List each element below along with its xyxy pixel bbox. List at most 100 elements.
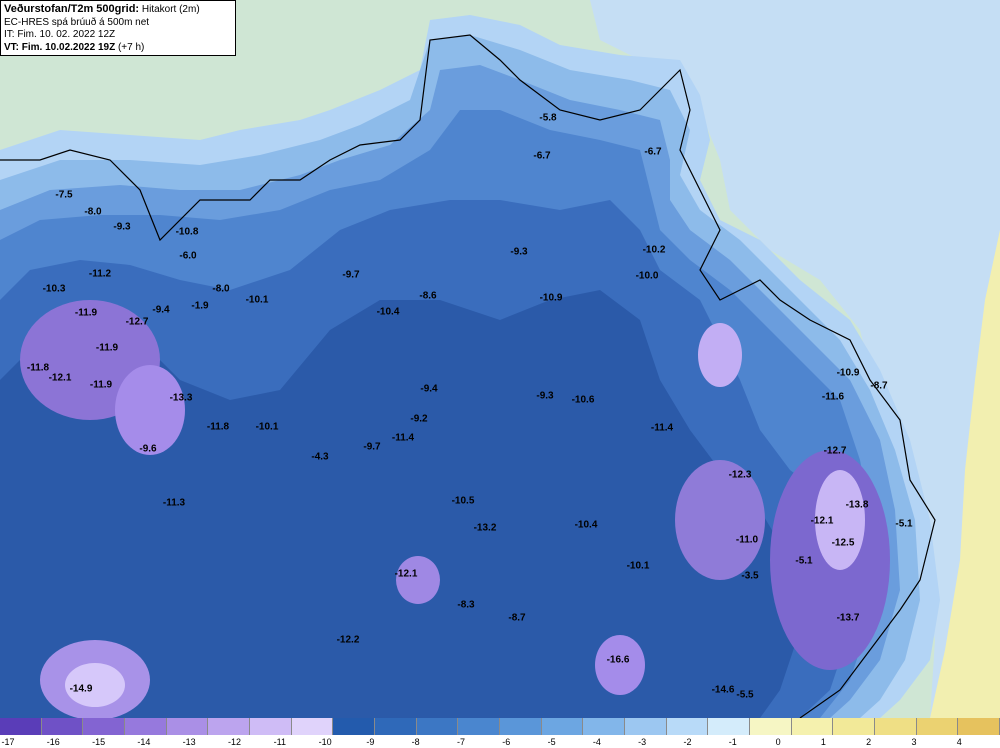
temperature-label: -4.3 <box>311 451 329 463</box>
temperature-label: -10.6 <box>571 394 595 406</box>
temperature-label: -5.5 <box>736 689 754 701</box>
legend-swatch <box>83 718 126 735</box>
legend-swatch <box>500 718 542 735</box>
legend-swatch <box>583 718 626 735</box>
legend-swatch <box>0 718 42 735</box>
legend-swatch <box>458 718 501 735</box>
temperature-label: -6.0 <box>179 250 197 262</box>
temperature-label: -5.8 <box>539 112 557 124</box>
legend-tick-label: -15 <box>92 737 106 747</box>
temperature-label: -12.1 <box>394 568 418 580</box>
legend-tick-label: -10 <box>318 737 332 747</box>
temperature-label: -8.7 <box>508 612 526 624</box>
temperature-label: -9.4 <box>152 304 170 316</box>
valid-time: VT: Fim. 10.02.2022 19Z <box>4 41 116 53</box>
legend-tick-label: -8 <box>411 737 420 747</box>
color-legend: -17 -16 -15 -14 -13 -12 -11 -10 -9 -8 -7 -6 -5 -4 -3 -2… <box>0 718 1000 748</box>
legend-tick-label: -9 <box>366 737 375 747</box>
legend-tick-label: 0 <box>775 737 781 747</box>
legend-swatch <box>166 718 209 735</box>
temperature-label: -10.9 <box>539 292 563 304</box>
temperature-label: -5.1 <box>895 518 913 530</box>
cold-pocket-center <box>396 556 440 604</box>
legend-tick-label: 1 <box>820 737 826 747</box>
legend-color-bar <box>0 718 1000 735</box>
legend-swatch <box>125 718 167 735</box>
temperature-label: -10.1 <box>255 421 279 433</box>
legend-tick-label: -4 <box>592 737 601 747</box>
temperature-label: -12.7 <box>125 316 149 328</box>
temperature-label: -14.6 <box>711 684 735 696</box>
legend-tick-label: -6 <box>502 737 511 747</box>
temperature-label: -11.3 <box>162 497 186 509</box>
legend-swatch <box>333 718 376 735</box>
temperature-label: -8.7 <box>870 380 888 392</box>
temperature-label: -11.8 <box>26 362 50 374</box>
temperature-label: -11.4 <box>650 422 674 434</box>
temperature-label: -11.9 <box>89 379 113 391</box>
initial-time: IT: Fim. 10. 02. 2022 12Z <box>4 29 116 40</box>
temperature-label: -9.6 <box>139 443 157 455</box>
temperature-label: -10.1 <box>245 294 269 306</box>
legend-swatch <box>708 718 751 735</box>
temperature-label: -12.1 <box>810 515 834 527</box>
legend-swatch <box>916 718 959 735</box>
legend-swatch <box>416 718 459 735</box>
legend-tick-label: -13 <box>182 737 196 747</box>
temperature-label: -16.6 <box>606 654 630 666</box>
temperature-label: -12.3 <box>728 469 752 481</box>
temperature-label: -8.6 <box>419 290 437 302</box>
temperature-label: -11.9 <box>95 342 119 354</box>
legend-swatch <box>833 718 876 735</box>
temperature-label: -9.3 <box>536 390 554 402</box>
temperature-label: -10.3 <box>42 283 66 295</box>
temperature-label: -10.1 <box>626 560 650 572</box>
forecast-offset: (+7 h) <box>117 41 145 53</box>
temperature-label: -12.7 <box>823 445 847 457</box>
legend-tick-label: 3 <box>911 737 917 747</box>
temperature-label: -7.5 <box>55 189 73 201</box>
temperature-label: -3.5 <box>741 570 759 582</box>
temperature-label: -12.5 <box>831 537 855 549</box>
temperature-label: -13.3 <box>169 392 193 404</box>
map-info-box: Veðurstofan/T2m 500grid: Hitakort (2m) E… <box>0 0 236 56</box>
temperature-label: -9.3 <box>113 221 131 233</box>
legend-tick-label: -3 <box>638 737 647 747</box>
temperature-label: -8.3 <box>457 599 475 611</box>
temperature-label: -13.2 <box>473 522 497 534</box>
temperature-label: -10.5 <box>451 495 475 507</box>
temperature-label: -11.8 <box>206 421 230 433</box>
cold-pocket-westfjords-2 <box>115 365 185 455</box>
legend-swatch <box>208 718 251 735</box>
legend-tick-label: -5 <box>547 737 556 747</box>
temperature-label: -11.4 <box>391 432 415 444</box>
temperature-map <box>0 0 1000 718</box>
temperature-label: -13.7 <box>836 612 860 624</box>
legend-swatch <box>541 718 584 735</box>
legend-swatch <box>625 718 667 735</box>
temperature-label: -14.9 <box>69 683 93 695</box>
temperature-label: -9.3 <box>510 246 528 258</box>
temperature-label: -8.0 <box>212 283 230 295</box>
map-title-suffix: Hitakort (2m) <box>141 4 200 15</box>
temperature-label: -10.4 <box>376 306 400 318</box>
legend-swatch <box>375 718 417 735</box>
legend-tick-label: 4 <box>956 737 962 747</box>
legend-swatch <box>291 718 334 735</box>
temperature-label: -10.4 <box>574 519 598 531</box>
legend-swatch <box>791 718 834 735</box>
temperature-label: -5.1 <box>795 555 813 567</box>
temperature-label: -10.9 <box>836 367 860 379</box>
legend-tick-label: -7 <box>456 737 466 747</box>
temperature-label: -9.7 <box>363 441 381 453</box>
map-title: Veðurstofan/T2m 500grid: <box>4 3 140 15</box>
temperature-label: -6.7 <box>644 146 662 158</box>
temperature-label: -11.0 <box>735 534 759 546</box>
legend-tick-label: -11 <box>273 737 286 747</box>
legend-swatch <box>666 718 709 735</box>
legend-tick-label: -16 <box>46 737 60 747</box>
temperature-label: -11.2 <box>88 268 112 280</box>
temperature-label: -10.8 <box>175 226 199 238</box>
temperature-label: -12.1 <box>48 372 72 384</box>
temperature-label: -1.9 <box>191 300 209 312</box>
